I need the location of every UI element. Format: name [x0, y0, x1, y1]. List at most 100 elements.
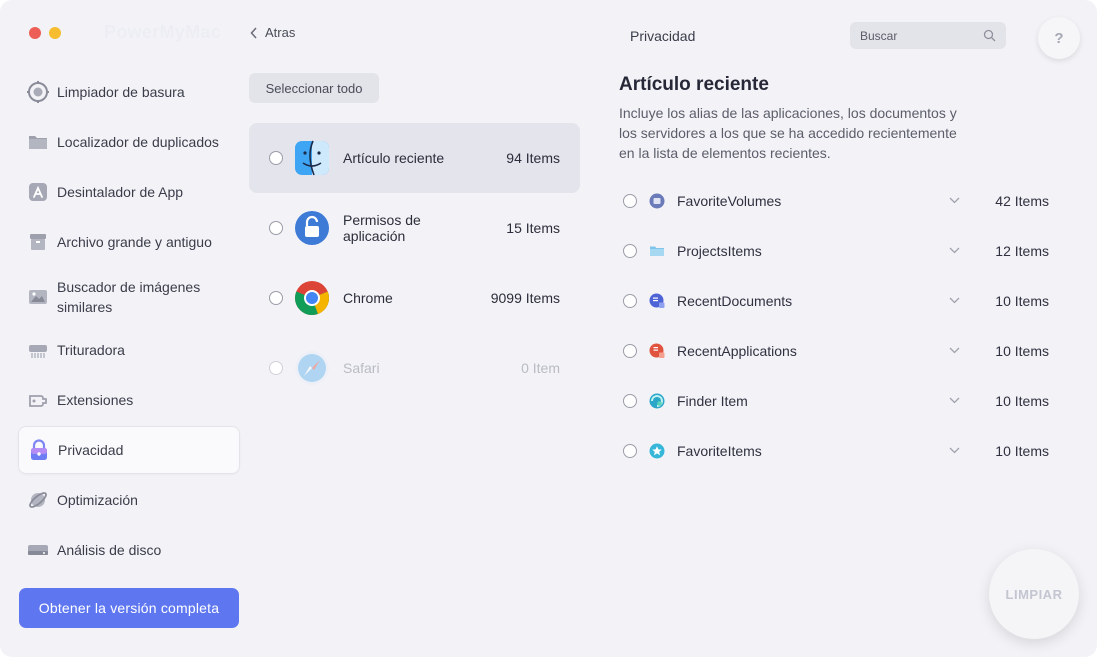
page-title: Privacidad: [630, 28, 696, 44]
chevron-left-icon: [250, 26, 257, 39]
sidebar-item-label: Extensiones: [57, 392, 134, 408]
sidebar-item-label: Trituradora: [57, 342, 125, 358]
sidebar-item-label: Privacidad: [58, 442, 124, 458]
detail-label: FavoriteVolumes: [677, 193, 782, 209]
category-count: 15 Items: [506, 220, 560, 236]
sidebar-item-similar-images[interactable]: Buscador de imágenes similares: [18, 268, 240, 326]
category-count: 9099 Items: [490, 290, 560, 306]
row-checkbox[interactable]: [269, 151, 283, 165]
app-store-icon: [27, 181, 49, 203]
chevron-down-icon[interactable]: [949, 247, 960, 254]
sidebar-item-duplicate-finder[interactable]: Localizador de duplicados: [18, 118, 240, 166]
folder-icon: [649, 243, 665, 259]
sidebar-item-optimization[interactable]: Optimización: [18, 476, 240, 524]
lock-icon: [294, 210, 330, 246]
detail-label: FavoriteItems: [677, 443, 762, 459]
category-count: 0 Item: [521, 360, 560, 376]
detail-description: Incluye los alias de las aplicaciones, l…: [619, 105, 957, 161]
finder-icon: [294, 140, 330, 176]
select-all-button[interactable]: Seleccionar todo: [249, 73, 379, 103]
detail-count: 10 Items: [995, 443, 1049, 459]
detail-row-favorite-volumes[interactable]: FavoriteVolumes 42 Items: [612, 176, 1062, 226]
chevron-down-icon[interactable]: [949, 197, 960, 204]
folder-icon: [27, 131, 49, 153]
sidebar-item-app-uninstaller[interactable]: Desintalador de App: [18, 168, 240, 216]
sidebar-item-shredder[interactable]: Trituradora: [18, 326, 240, 374]
category-row-chrome[interactable]: Chrome 9099 Items: [249, 263, 580, 333]
row-checkbox[interactable]: [623, 294, 637, 308]
sidebar-item-label: Archivo grande y antiguo: [57, 234, 212, 250]
row-checkbox[interactable]: [623, 394, 637, 408]
sidebar: Limpiador de basura Localizador de dupli…: [18, 68, 240, 576]
detail-count: 12 Items: [995, 243, 1049, 259]
detail-row-favorite-items[interactable]: FavoriteItems 10 Items: [612, 426, 1062, 476]
shredder-icon: [27, 339, 49, 361]
row-checkbox[interactable]: [269, 221, 283, 235]
lock-icon: [28, 439, 50, 461]
sidebar-item-label: Análisis de disco: [57, 542, 162, 558]
detail-label: ProjectsItems: [677, 243, 762, 259]
category-row-app-permissions[interactable]: Permisos de aplicación 15 Items: [249, 193, 580, 263]
category-list: Artículo reciente 94 Items Permisos de a…: [249, 123, 580, 403]
row-checkbox[interactable]: [623, 444, 637, 458]
row-checkbox[interactable]: [269, 291, 283, 305]
chevron-down-icon[interactable]: [949, 297, 960, 304]
sidebar-item-large-old-files[interactable]: Archivo grande y antiguo: [18, 218, 240, 266]
application-icon: [649, 343, 665, 359]
sidebar-item-label: Buscador de imágenes similares: [57, 279, 201, 315]
row-checkbox[interactable]: [623, 194, 637, 208]
clean-button[interactable]: LIMPIAR: [989, 549, 1079, 639]
app-window: PowerMyMac Limpiador de basura Localizad…: [0, 0, 1097, 657]
finder-item-icon: [649, 393, 665, 409]
category-label: Chrome: [343, 290, 393, 306]
detail-row-finder-item[interactable]: Finder Item 10 Items: [612, 376, 1062, 426]
detail-count: 10 Items: [995, 393, 1049, 409]
cleaner-icon: [27, 81, 49, 103]
minimize-window-button[interactable]: [49, 27, 61, 39]
detail-count: 10 Items: [995, 293, 1049, 309]
category-row-safari: Safari 0 Item: [249, 333, 580, 403]
back-button[interactable]: Atras: [250, 25, 295, 40]
extension-icon: [27, 389, 49, 411]
row-checkbox[interactable]: [623, 344, 637, 358]
chrome-icon: [294, 280, 330, 316]
sidebar-item-disk-analysis[interactable]: Análisis de disco: [18, 526, 240, 574]
row-checkbox: [269, 361, 283, 375]
archive-box-icon: [27, 231, 49, 253]
detail-count: 42 Items: [995, 193, 1049, 209]
row-checkbox[interactable]: [623, 244, 637, 258]
category-count: 94 Items: [506, 150, 560, 166]
sidebar-item-junk-cleaner[interactable]: Limpiador de basura: [18, 68, 240, 116]
chevron-down-icon[interactable]: [949, 347, 960, 354]
optimize-icon: [27, 489, 49, 511]
category-row-recent-items[interactable]: Artículo reciente 94 Items: [249, 123, 580, 193]
search-placeholder: Buscar: [860, 28, 898, 43]
star-icon: [649, 443, 665, 459]
detail-row-recent-documents[interactable]: RecentDocuments 10 Items: [612, 276, 1062, 326]
search-input[interactable]: Buscar: [850, 22, 1006, 49]
search-icon: [983, 29, 996, 42]
image-icon: [27, 286, 49, 308]
disk-icon: [27, 539, 49, 561]
sidebar-item-extensions[interactable]: Extensiones: [18, 376, 240, 424]
sidebar-item-label: Localizador de duplicados: [57, 134, 219, 150]
sidebar-item-label: Limpiador de basura: [57, 84, 185, 100]
chevron-down-icon[interactable]: [949, 447, 960, 454]
close-window-button[interactable]: [29, 27, 41, 39]
detail-row-projects-items[interactable]: ProjectsItems 12 Items: [612, 226, 1062, 276]
category-label: Permisos de aplicación: [343, 212, 421, 244]
document-icon: [649, 293, 665, 309]
window-controls: [29, 27, 61, 39]
chevron-down-icon[interactable]: [949, 397, 960, 404]
sidebar-item-label: Optimización: [57, 492, 138, 508]
safari-icon: [294, 350, 330, 386]
get-full-version-button[interactable]: Obtener la versión completa: [19, 588, 239, 628]
detail-label: RecentDocuments: [677, 293, 793, 309]
detail-row-recent-applications[interactable]: RecentApplications 10 Items: [612, 326, 1062, 376]
back-label: Atras: [265, 25, 296, 40]
detail-label: RecentApplications: [677, 343, 797, 359]
category-label: Safari: [343, 360, 380, 376]
detail-title: Artículo reciente: [619, 74, 769, 95]
sidebar-item-privacy[interactable]: Privacidad: [18, 426, 240, 474]
help-button[interactable]: ?: [1038, 17, 1080, 59]
